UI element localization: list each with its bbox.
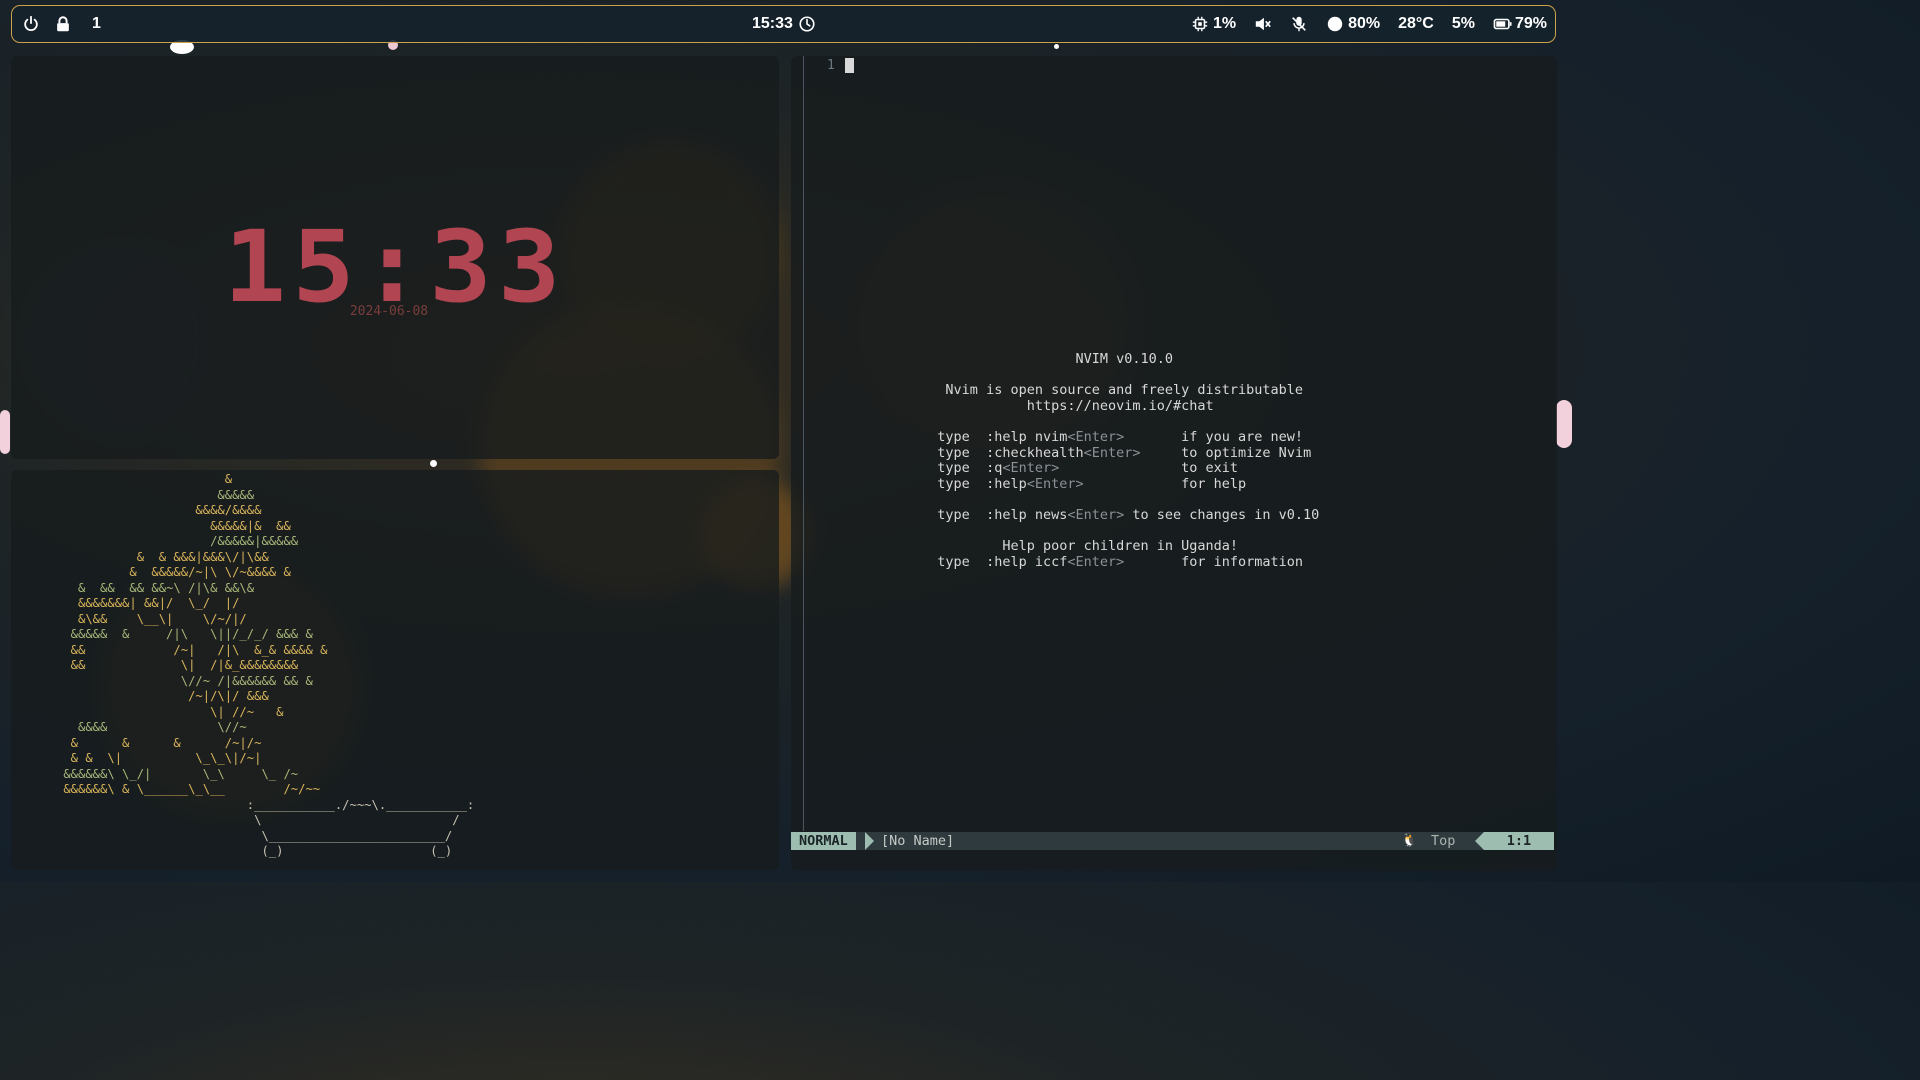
topbar-time: 15:33 bbox=[752, 15, 793, 32]
bonsai-line: \________________________/ bbox=[56, 828, 453, 843]
bonsai-line: &&&&& & /|\ \||/_/_/ &&& & bbox=[56, 627, 313, 641]
intro-line: NVIM v0.10.0 bbox=[791, 351, 1174, 367]
bonsai-line: /~|/\|/ &&& bbox=[56, 689, 269, 703]
intro-line: type :help iccf<Enter> for information bbox=[791, 553, 1304, 570]
speaker-muted-icon[interactable] bbox=[1254, 15, 1272, 33]
bonsai-line: & & & /~|/~ bbox=[56, 735, 262, 750]
bonsai-line: \ / bbox=[56, 813, 460, 827]
cpu-value: 1% bbox=[1212, 15, 1237, 32]
intro-line: Nvim is open source and freely distribut… bbox=[791, 382, 1304, 399]
intro-line: https://neovim.io/#chat bbox=[791, 397, 1214, 414]
clock-terminal-window[interactable]: 15:33 2024-06-08 bbox=[11, 56, 779, 459]
bonsai-terminal-window[interactable]: & &&&&& &&&&/&&&& &&&&&|& && /&&&&&|&&&&… bbox=[11, 470, 779, 870]
intro-line bbox=[791, 414, 1557, 430]
bonsai-line: (_) (_) bbox=[56, 844, 453, 858]
file-name: [No Name] bbox=[881, 833, 955, 849]
bonsai-line: &&&&& bbox=[56, 487, 255, 502]
intro-line: type :help<Enter> for help bbox=[791, 475, 1247, 492]
cpu-widget[interactable]: 1% bbox=[1191, 15, 1236, 33]
cursor-separator bbox=[1475, 832, 1484, 850]
cpu-icon bbox=[1191, 15, 1209, 33]
top-bar: 1 15:33 1% 80% 28°C 5% 79% bbox=[11, 5, 1556, 43]
nvim-intro-screen: NVIM v0.10.0 Nvim is open source and fre… bbox=[791, 351, 1557, 570]
bonsai-line: &&&&&|& && bbox=[56, 518, 291, 533]
bonsai-line: &\&& \__\| \/~/|/ bbox=[56, 611, 247, 626]
bonsai-ascii-art: & &&&&& &&&&/&&&& &&&&&|& && /&&&&&|&&&&… bbox=[56, 472, 474, 860]
battery-icon bbox=[1493, 15, 1512, 33]
lock-icon[interactable] bbox=[54, 15, 72, 33]
status-line: NORMAL [No Name] 🐧 Top 1:1 bbox=[791, 832, 1554, 850]
cursor-position: 1:1 bbox=[1484, 832, 1554, 850]
intro-line: type :checkhealth<Enter> to optimize Nvi… bbox=[791, 444, 1312, 461]
scroll-position: Top bbox=[1431, 833, 1456, 849]
brightness-value: 80% bbox=[1348, 15, 1381, 32]
brightness-widget[interactable]: 80% bbox=[1326, 15, 1380, 33]
intro-line bbox=[791, 492, 1557, 508]
mode-separator bbox=[865, 832, 874, 850]
line-number: 1 bbox=[827, 58, 835, 73]
power-icon[interactable] bbox=[22, 15, 40, 33]
battery-widget[interactable]: 79% bbox=[1493, 15, 1547, 33]
workspace-indicator[interactable]: 1 bbox=[92, 15, 101, 33]
intro-line bbox=[791, 368, 1557, 384]
intro-line: type :help news<Enter> to see changes in… bbox=[791, 506, 1320, 523]
bonsai-line: & &&&&&/~|\ \/~&&&& & bbox=[56, 565, 291, 579]
bonsai-line: &&&& \//~ bbox=[56, 720, 247, 734]
bonsai-line: && \| /|&_&&&&&&&& bbox=[56, 658, 299, 672]
os-icon: 🐧 bbox=[1401, 833, 1418, 848]
bonsai-line: & & &&&|&&&\/|\&& bbox=[56, 549, 269, 564]
clock-date: 2024-06-08 bbox=[349, 304, 429, 319]
bonsai-line: &&&&/&&&& bbox=[56, 503, 262, 517]
intro-line: type :q<Enter> to exit bbox=[791, 460, 1239, 477]
intro-line bbox=[791, 524, 1557, 540]
bonsai-line: &&&&&&&| &&|/ \_/ |/ bbox=[56, 596, 240, 610]
bonsai-line: & && && &&~\ /|\& &&\& bbox=[56, 580, 255, 595]
bonsai-line: && /~| /|\ &_& &&&& & bbox=[56, 642, 328, 657]
bonsai-line: :___________./~~~\.___________: bbox=[56, 797, 475, 812]
clock-icon bbox=[798, 15, 816, 33]
bonsai-line: & bbox=[56, 472, 233, 486]
intro-line: Help poor children in Uganda! bbox=[791, 538, 1239, 555]
topbar-clock[interactable]: 15:33 bbox=[752, 6, 816, 42]
bonsai-line: &&&&&&\ & \______\_\__ /~/~~ bbox=[56, 782, 321, 796]
disk-value[interactable]: 5% bbox=[1452, 15, 1475, 33]
mode-indicator: NORMAL bbox=[791, 832, 856, 850]
brightness-icon bbox=[1326, 15, 1344, 33]
bonsai-line: /&&&&&|&&&&& bbox=[56, 534, 299, 548]
text-cursor bbox=[845, 58, 854, 73]
bonsai-line: \//~ /|&&&&&& && & bbox=[56, 673, 313, 688]
temperature-value[interactable]: 28°C bbox=[1398, 15, 1434, 33]
mic-muted-icon[interactable] bbox=[1290, 15, 1308, 33]
bonsai-line: &&&&&&\ \_/| \_\ \_ /~ bbox=[56, 766, 299, 781]
nvim-terminal-window[interactable]: 1 NVIM v0.10.0 Nvim is open source and f… bbox=[791, 56, 1557, 871]
battery-value: 79% bbox=[1514, 15, 1547, 32]
bonsai-line: & & \| \_\_\|/~| bbox=[56, 751, 262, 765]
bonsai-line: \| //~ & bbox=[56, 704, 284, 719]
intro-line: type :help nvim<Enter> if you are new! bbox=[791, 428, 1304, 445]
